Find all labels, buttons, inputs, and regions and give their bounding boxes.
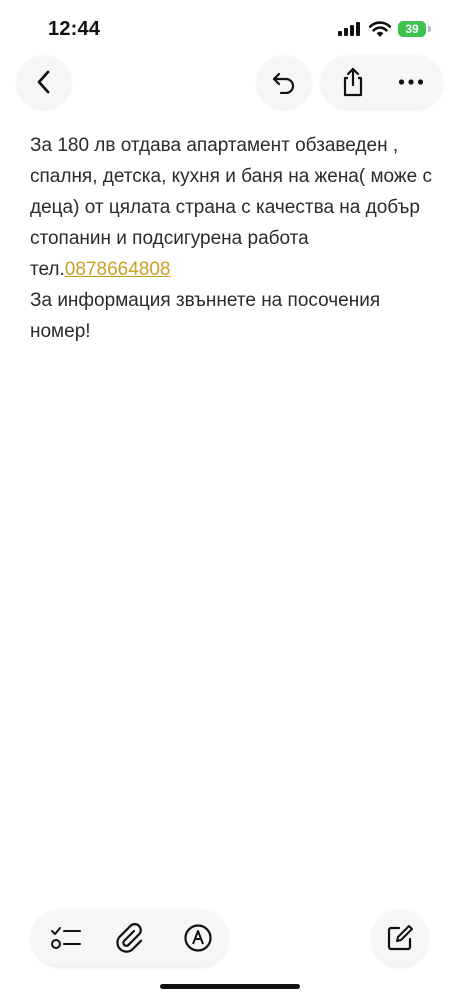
cellular-signal-icon [338, 22, 362, 36]
note-body[interactable]: За 180 лв отдава апартамент обзаведен , … [30, 130, 442, 347]
undo-button[interactable] [258, 56, 310, 108]
compose-button[interactable] [372, 910, 428, 966]
home-indicator [160, 984, 300, 989]
notes-screen: 12:44 39 За 180 лв отдава апартамент обз… [0, 0, 462, 1000]
back-button[interactable] [18, 56, 70, 108]
more-horizontal-icon [398, 79, 424, 85]
chevron-left-icon [37, 70, 50, 94]
compose-icon [387, 925, 413, 951]
battery-tip [428, 26, 431, 32]
undo-icon [272, 72, 295, 94]
wifi-icon [368, 21, 392, 37]
share-icon [343, 67, 363, 97]
bottom-toolbar [32, 910, 228, 966]
more-button[interactable] [386, 56, 436, 108]
markup-pen-icon [184, 924, 212, 952]
checklist-button[interactable] [40, 910, 92, 966]
status-bar: 12:44 39 [0, 0, 462, 56]
phone-number-link[interactable]: 0878664808 [65, 259, 171, 280]
markup-button[interactable] [172, 910, 224, 966]
attachment-button[interactable] [104, 910, 156, 966]
note-paragraph: За 180 лв отдава апартамент обзаведен , … [30, 130, 442, 285]
top-actions-group [322, 56, 442, 108]
paperclip-icon [116, 923, 143, 953]
checklist-icon [51, 927, 81, 949]
battery-indicator: 39 [398, 21, 426, 37]
note-info-line: За информация звъннете на посочения номе… [30, 290, 381, 342]
status-time: 12:44 [48, 18, 101, 40]
share-button[interactable] [328, 56, 378, 108]
